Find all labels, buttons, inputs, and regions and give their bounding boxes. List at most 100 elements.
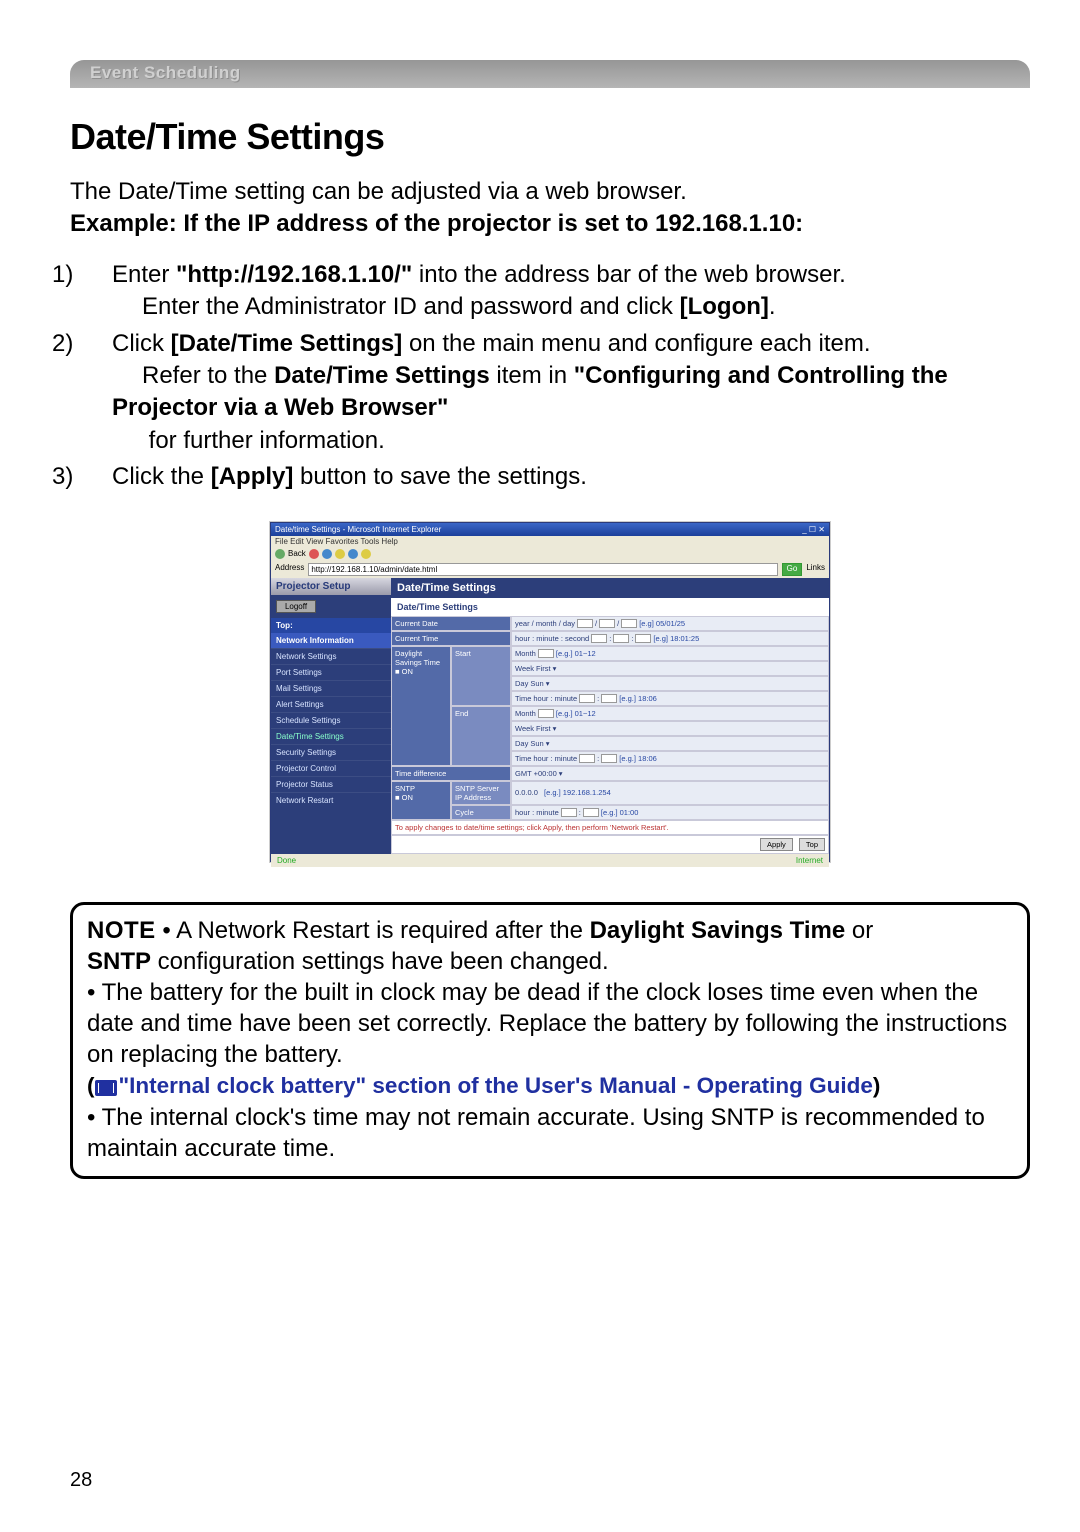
page-body: Projector Setup Logoff Top: Network Info… bbox=[271, 578, 829, 854]
page-number: 28 bbox=[70, 1469, 92, 1492]
sidebar-item-control[interactable]: Projector Control bbox=[271, 760, 391, 776]
i[interactable] bbox=[538, 649, 554, 658]
go-button[interactable]: Go bbox=[782, 563, 803, 576]
end-month[interactable]: Month [e.g.] 01~12 bbox=[511, 706, 829, 721]
sidebar: Projector Setup Logoff Top: Network Info… bbox=[271, 578, 391, 854]
screenshot-wrap: Date/time Settings - Microsoft Internet … bbox=[70, 522, 1030, 862]
item-ref: Date/Time Settings bbox=[274, 362, 490, 389]
start-day[interactable]: Day Sun ▾ bbox=[511, 676, 829, 691]
h[interactable] bbox=[591, 634, 607, 643]
eg: [e.g.] 01~12 bbox=[556, 649, 596, 658]
cycle-val[interactable]: hour : minute : [e.g.] 01:00 bbox=[511, 805, 829, 820]
eg: [e.g.] 18:06 bbox=[619, 694, 657, 703]
start-label: Start bbox=[451, 646, 511, 706]
s[interactable] bbox=[635, 634, 651, 643]
home-icon bbox=[335, 549, 345, 559]
dst-label: Daylight Savings Time■ ON bbox=[391, 646, 451, 766]
step-1: 1) Enter "http://192.168.1.10/" into the… bbox=[82, 259, 1030, 324]
d[interactable] bbox=[621, 619, 637, 628]
m[interactable] bbox=[599, 619, 615, 628]
ie-toolbar: Back bbox=[271, 547, 829, 561]
t: item in bbox=[490, 362, 574, 389]
sidebar-item-mail[interactable]: Mail Settings bbox=[271, 680, 391, 696]
status-internet: Internet bbox=[796, 856, 823, 865]
start-week[interactable]: Week First ▾ bbox=[511, 661, 829, 676]
window-title: Date/time Settings - Microsoft Internet … bbox=[275, 525, 441, 534]
sntp-term: SNTP bbox=[87, 948, 151, 975]
i[interactable] bbox=[538, 709, 554, 718]
links-label: Links bbox=[806, 563, 825, 576]
row-curdate-label: Current Date bbox=[391, 616, 511, 631]
sel[interactable]: GMT +00:00 bbox=[515, 769, 557, 778]
t: hour : minute bbox=[533, 694, 577, 703]
row-curdate-val[interactable]: year / month / day / / [e.g] 05/01/25 bbox=[511, 616, 829, 631]
paren: ( bbox=[87, 1073, 95, 1098]
sel[interactable]: First bbox=[536, 664, 551, 673]
logoff-button[interactable]: Logoff bbox=[276, 600, 316, 613]
mi[interactable] bbox=[613, 634, 629, 643]
t: Day bbox=[515, 679, 528, 688]
search-icon bbox=[348, 549, 358, 559]
end-week[interactable]: Week First ▾ bbox=[511, 721, 829, 736]
tdiff-val[interactable]: GMT +00:00 ▾ bbox=[511, 766, 829, 781]
t: 0.0.0.0 bbox=[515, 788, 538, 797]
i[interactable] bbox=[561, 808, 577, 817]
sidebar-item-restart[interactable]: Network Restart bbox=[271, 792, 391, 808]
eg: [e.g] 18:01:25 bbox=[653, 634, 699, 643]
dst-on-check[interactable]: ■ ON bbox=[395, 667, 413, 676]
note-label: NOTE bbox=[87, 917, 156, 944]
sidebar-netinfo[interactable]: Network Information bbox=[271, 633, 391, 648]
sidebar-item-port[interactable]: Port Settings bbox=[271, 664, 391, 680]
sel[interactable]: Sun bbox=[530, 739, 543, 748]
end-day[interactable]: Day Sun ▾ bbox=[511, 736, 829, 751]
top-button[interactable]: Top bbox=[799, 838, 825, 851]
addr-input[interactable] bbox=[308, 563, 777, 576]
i[interactable] bbox=[601, 694, 617, 703]
row-curtime-val[interactable]: hour : minute : second : : [e.g] 18:01:2… bbox=[511, 631, 829, 646]
start-month[interactable]: Month [e.g.] 01~12 bbox=[511, 646, 829, 661]
apply-ref: [Apply] bbox=[211, 463, 294, 490]
book-icon bbox=[95, 1080, 117, 1096]
status-done: Done bbox=[277, 856, 296, 865]
sel[interactable]: First bbox=[536, 724, 551, 733]
i[interactable] bbox=[583, 808, 599, 817]
sidebar-item-network[interactable]: Network Settings bbox=[271, 648, 391, 664]
t: into the address bar of the web browser. bbox=[412, 261, 846, 288]
start-time[interactable]: Time hour : minute : [e.g.] 18:06 bbox=[511, 691, 829, 706]
step-2: 2) Click [Date/Time Settings] on the mai… bbox=[82, 328, 1030, 458]
eg: [e.g.] 192.168.1.254 bbox=[544, 788, 611, 797]
t: Enter bbox=[112, 261, 176, 288]
t: Click bbox=[112, 330, 171, 357]
sidebar-item-status[interactable]: Projector Status bbox=[271, 776, 391, 792]
sidebar-item-alert[interactable]: Alert Settings bbox=[271, 696, 391, 712]
apply-button[interactable]: Apply bbox=[760, 838, 793, 851]
intro-example: Example: If the IP address of the projec… bbox=[70, 210, 803, 237]
sidebar-top[interactable]: Top: bbox=[271, 618, 391, 633]
sntp-ip-val[interactable]: 0.0.0.0 [e.g.] 192.168.1.254 bbox=[511, 781, 829, 805]
i[interactable] bbox=[579, 694, 595, 703]
sntp-on-check[interactable]: ■ ON bbox=[395, 793, 413, 802]
logon-ref: [Logon] bbox=[680, 293, 769, 320]
end-time[interactable]: Time hour : minute : [e.g.] 18:06 bbox=[511, 751, 829, 766]
i[interactable] bbox=[579, 754, 595, 763]
window-titlebar: Date/time Settings - Microsoft Internet … bbox=[271, 523, 829, 536]
t: Click the bbox=[112, 463, 211, 490]
t: Month bbox=[515, 709, 536, 718]
button-row: Apply Top bbox=[391, 835, 829, 854]
paren: ) bbox=[873, 1073, 881, 1098]
sidebar-item-schedule[interactable]: Schedule Settings bbox=[271, 712, 391, 728]
t: Enter the Administrator ID and password … bbox=[142, 293, 680, 320]
step-3: 3) Click the [Apply] button to save the … bbox=[82, 461, 1030, 493]
sntp-ip-label: SNTP Server IP Address bbox=[451, 781, 511, 805]
browser-screenshot: Date/time Settings - Microsoft Internet … bbox=[270, 522, 830, 862]
end-label: End bbox=[451, 706, 511, 766]
t: hour : minute bbox=[515, 808, 559, 817]
i[interactable] bbox=[601, 754, 617, 763]
sidebar-item-security[interactable]: Security Settings bbox=[271, 744, 391, 760]
t: configuration settings have been changed… bbox=[151, 948, 609, 975]
apply-warning: To apply changes to date/time settings; … bbox=[391, 820, 829, 835]
sel[interactable]: Sun bbox=[530, 679, 543, 688]
y[interactable] bbox=[577, 619, 593, 628]
sidebar-item-datetime[interactable]: Date/Time Settings bbox=[271, 728, 391, 744]
note-box: NOTE • A Network Restart is required aft… bbox=[70, 902, 1030, 1180]
